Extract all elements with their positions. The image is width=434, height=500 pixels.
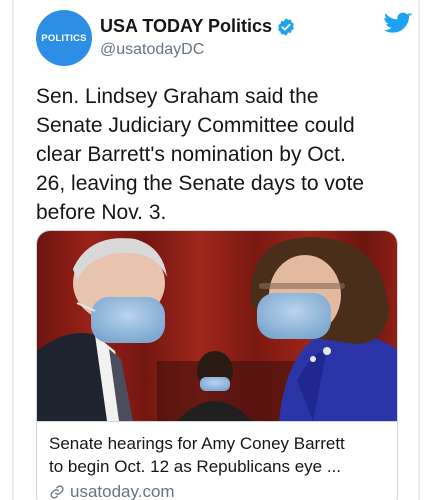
card-title-line: to begin Oct. 12 as Republicans eye ... <box>49 457 342 476</box>
tweet-text-line: Senate Judiciary Committee could <box>36 114 355 137</box>
avatar-label: POLITICS <box>41 32 87 44</box>
tweet-text-line: Sen. Lindsey Graham said the <box>36 85 319 108</box>
verified-badge-icon <box>278 17 294 36</box>
name-row: USA TODAY Politics <box>100 16 296 37</box>
article-photo[interactable] <box>37 231 398 421</box>
account-handle[interactable]: @usatodayDC <box>100 41 296 59</box>
tweet-text-line: clear Barrett's nomination by Oct. <box>36 143 346 166</box>
link-icon <box>50 485 64 499</box>
avatar[interactable]: POLITICS <box>36 10 92 66</box>
twitter-bird-icon[interactable] <box>384 12 412 36</box>
card-right-border <box>418 0 420 500</box>
card-domain[interactable]: usatoday.com <box>70 482 175 500</box>
card-title[interactable]: Senate hearings for Amy Coney Barrett to… <box>49 432 387 478</box>
display-name[interactable]: USA TODAY Politics <box>100 16 272 37</box>
link-preview-card[interactable]: Senate hearings for Amy Coney Barrett to… <box>36 230 398 500</box>
tweet-text-line: before Nov. 3. <box>36 201 167 224</box>
account-identity[interactable]: USA TODAY Politics @usatodayDC <box>100 16 296 59</box>
card-left-border <box>12 0 14 500</box>
card-body[interactable]: Senate hearings for Amy Coney Barrett to… <box>37 421 397 500</box>
tweet-text: Sen. Lindsey Graham said the Senate Judi… <box>36 82 386 227</box>
tweet-header: POLITICS USA TODAY Politics @usatodayDC <box>36 10 412 70</box>
card-title-line: Senate hearings for Amy Coney Barrett <box>49 434 345 453</box>
card-domain-row[interactable]: usatoday.com <box>49 482 387 500</box>
tweet-text-line: 26, leaving the Senate days to vote <box>36 172 365 195</box>
